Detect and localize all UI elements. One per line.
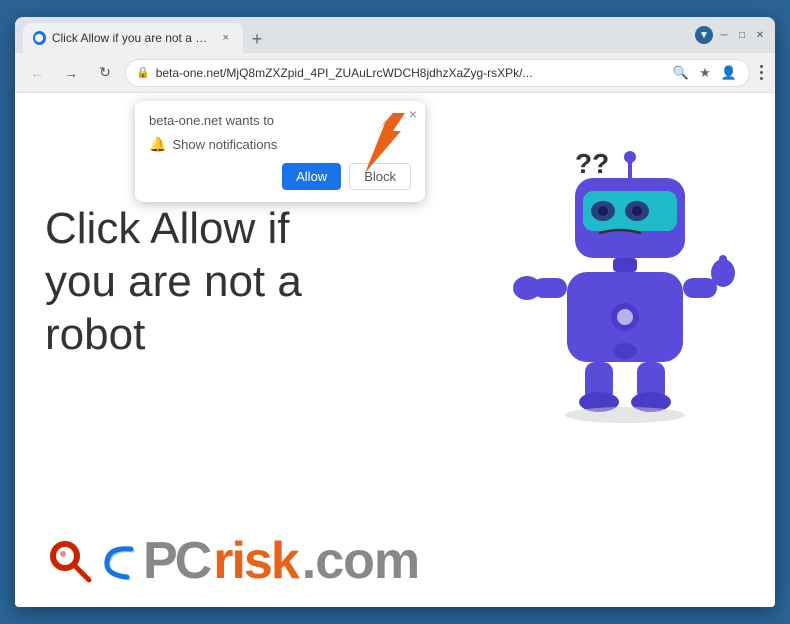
maximize-button[interactable]: □ (735, 28, 749, 42)
pcrisk-logo: PC risk .com (45, 535, 419, 587)
back-button[interactable]: ← (23, 59, 51, 87)
close-button[interactable]: ✕ (753, 28, 767, 42)
new-tab-button[interactable]: + (243, 25, 271, 53)
tab-favicon (33, 31, 46, 45)
show-notifications-label: Show notifications (172, 137, 277, 152)
bell-icon: 🔔 (149, 136, 166, 153)
com-text: .com (302, 535, 419, 587)
search-icon[interactable]: 🔍 (671, 63, 691, 83)
browser-window: Click Allow if you are not a robot × + ▼… (15, 17, 775, 607)
allow-button[interactable]: Allow (282, 163, 341, 190)
robot-image: ?? (495, 123, 735, 423)
refresh-button[interactable]: ↻ (91, 59, 119, 87)
magnifier-icon (45, 536, 95, 586)
main-heading-text: Click Allow ifyou are not arobot (45, 204, 302, 359)
risk-text: risk (213, 535, 298, 587)
address-bar[interactable]: 🔒 beta-one.net/MjQ8mZXZpid_4PI_ZUAuLrcWD… (125, 59, 750, 87)
address-icons: 🔍 ★ 👤 (671, 63, 739, 83)
menu-button[interactable] (756, 61, 767, 84)
pc-text: PC (143, 535, 209, 587)
profile-icon[interactable]: 👤 (719, 63, 739, 83)
c-logo-icon (99, 539, 139, 584)
navbar: ← → ↻ 🔒 beta-one.net/MjQ8mZXZpid_4PI_ZUA… (15, 53, 775, 93)
robot-svg: ?? (495, 123, 735, 423)
forward-button[interactable]: → (57, 59, 85, 87)
page-content: × beta-one.net wants to 🔔 Show notificat… (15, 93, 775, 607)
window-controls: ─ □ ✕ (717, 28, 767, 42)
tab-title: Click Allow if you are not a robot (52, 31, 209, 45)
lock-icon: 🔒 (136, 66, 150, 79)
arrow-indicator (355, 103, 435, 188)
arrow-icon (355, 103, 435, 183)
bookmark-icon[interactable]: ★ (695, 63, 715, 83)
main-heading: Click Allow ifyou are not arobot (45, 203, 302, 361)
tab-close-button[interactable]: × (218, 30, 233, 46)
notification-indicator: ▼ (695, 26, 713, 44)
tab-area: Click Allow if you are not a robot × + (23, 17, 691, 53)
title-bar: Click Allow if you are not a robot × + ▼… (15, 17, 775, 53)
url-text: beta-one.net/MjQ8mZXZpid_4PI_ZUAuLrcWDCH… (156, 66, 665, 80)
svg-text:??: ?? (575, 148, 609, 179)
minimize-button[interactable]: ─ (717, 28, 731, 42)
browser-tab[interactable]: Click Allow if you are not a robot × (23, 23, 243, 53)
